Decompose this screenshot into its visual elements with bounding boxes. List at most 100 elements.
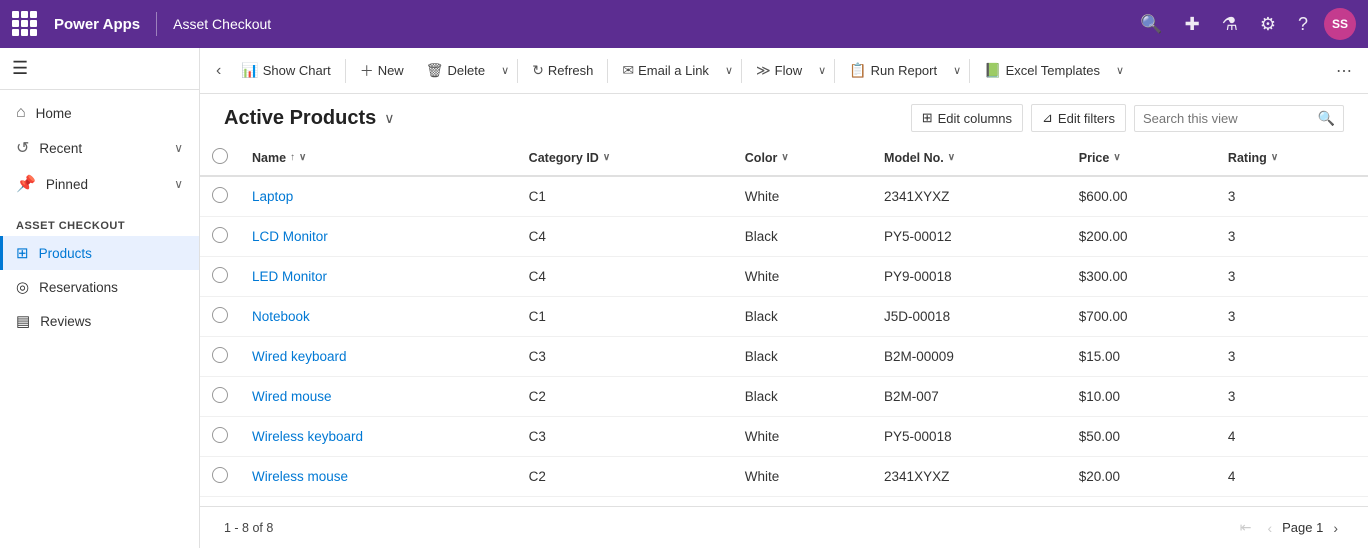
row-checkbox-cell xyxy=(200,337,240,377)
first-page-button[interactable]: ⇤ xyxy=(1234,515,1258,540)
filter-icon[interactable]: ⚗ xyxy=(1216,14,1244,35)
row-checkbox[interactable] xyxy=(212,267,228,283)
refresh-button[interactable]: ↻ Refresh xyxy=(522,56,603,85)
edit-columns-button[interactable]: ⊞ Edit columns xyxy=(911,104,1023,132)
col-rating-label: Rating xyxy=(1228,151,1267,165)
flow-chevron[interactable]: ∨ xyxy=(814,58,830,83)
cell-name: Notebook xyxy=(240,297,517,337)
prev-page-button[interactable]: ‹ xyxy=(1261,516,1278,540)
back-button[interactable]: ‹ xyxy=(208,56,229,86)
run-report-button[interactable]: 📋 Run Report xyxy=(839,56,947,85)
col-rating[interactable]: Rating ∨ xyxy=(1216,140,1368,176)
row-checkbox[interactable] xyxy=(212,227,228,243)
table-row: Wireless keyboard C3 White PY5-00018 $50… xyxy=(200,417,1368,457)
sidebar-item-pinned-label: Pinned xyxy=(46,177,88,192)
sidebar-item-products[interactable]: ⊞ Products xyxy=(0,236,199,270)
cell-category-id: C1 xyxy=(517,297,733,337)
delete-chevron[interactable]: ∨ xyxy=(497,58,513,83)
col-name-label: Name xyxy=(252,151,286,165)
sidebar-item-home[interactable]: ⌂ Home xyxy=(0,96,199,130)
col-name[interactable]: Name ↑ ∨ xyxy=(240,140,517,176)
product-name-link[interactable]: Wired mouse xyxy=(252,389,332,404)
cell-color: Black xyxy=(733,337,872,377)
flow-label: Flow xyxy=(775,63,802,78)
new-button[interactable]: ＋ New xyxy=(350,55,414,87)
cell-category-id: C3 xyxy=(517,337,733,377)
edit-columns-icon: ⊞ xyxy=(922,110,933,126)
product-name-link[interactable]: LCD Monitor xyxy=(252,229,328,244)
view-header: Active Products ∨ ⊞ Edit columns ⊿ Edit … xyxy=(200,94,1368,140)
avatar[interactable]: SS xyxy=(1324,8,1356,40)
table-row: Wireless mouse C2 White 2341XYXZ $20.00 … xyxy=(200,457,1368,497)
flow-icon: ≫ xyxy=(756,62,771,79)
hamburger-menu[interactable]: ☰ xyxy=(8,54,32,82)
col-model-no[interactable]: Model No. ∨ xyxy=(872,140,1067,176)
product-name-link[interactable]: Wireless keyboard xyxy=(252,429,363,444)
settings-icon[interactable]: ⚙ xyxy=(1254,14,1282,35)
cell-price: $600.00 xyxy=(1067,176,1216,217)
view-title-chevron-icon[interactable]: ∨ xyxy=(384,110,394,127)
new-icon: ＋ xyxy=(360,61,374,81)
content-area: ‹ 📊 Show Chart ＋ New 🗑 Delete ∨ ↻ Refres… xyxy=(200,48,1368,548)
show-chart-button[interactable]: 📊 Show Chart xyxy=(231,56,340,85)
sidebar-item-pinned[interactable]: 📌 Pinned ∨ xyxy=(0,166,199,202)
more-options-icon[interactable]: ⋯ xyxy=(1328,61,1360,81)
cell-rating: 3 xyxy=(1216,297,1368,337)
products-icon: ⊞ xyxy=(16,244,29,262)
recent-icon: ↺ xyxy=(16,138,29,158)
refresh-icon: ↻ xyxy=(532,62,544,79)
row-checkbox[interactable] xyxy=(212,347,228,363)
excel-templates-button[interactable]: 📗 Excel Templates xyxy=(974,56,1110,85)
cell-color: White xyxy=(733,176,872,217)
edit-filters-button[interactable]: ⊿ Edit filters xyxy=(1031,104,1126,132)
product-name-link[interactable]: Notebook xyxy=(252,309,310,324)
row-checkbox[interactable] xyxy=(212,387,228,403)
select-all-checkbox[interactable] xyxy=(212,148,228,164)
rating-filter-icon: ∨ xyxy=(1271,152,1278,163)
email-link-button[interactable]: ✉ Email a Link xyxy=(612,56,719,85)
report-chevron[interactable]: ∨ xyxy=(949,58,965,83)
price-filter-icon: ∨ xyxy=(1113,152,1120,163)
col-category-id[interactable]: Category ID ∨ xyxy=(517,140,733,176)
col-price[interactable]: Price ∨ xyxy=(1067,140,1216,176)
sidebar-item-recent-label: Recent xyxy=(39,141,82,156)
product-name-link[interactable]: Wireless mouse xyxy=(252,469,348,484)
delete-button[interactable]: 🗑 Delete xyxy=(416,56,495,85)
row-checkbox[interactable] xyxy=(212,307,228,323)
color-filter-icon: ∨ xyxy=(781,152,788,163)
cell-rating: 4 xyxy=(1216,457,1368,497)
row-checkbox[interactable] xyxy=(212,467,228,483)
col-color[interactable]: Color ∨ xyxy=(733,140,872,176)
help-icon[interactable]: ? xyxy=(1292,14,1314,35)
row-checkbox[interactable] xyxy=(212,427,228,443)
next-page-button[interactable]: › xyxy=(1327,516,1344,540)
select-all-col xyxy=(200,140,240,176)
col-color-label: Color xyxy=(745,151,778,165)
sidebar-item-reservations-label: Reservations xyxy=(39,280,118,295)
table-row: Wired mouse C2 Black B2M-007 $10.00 3 xyxy=(200,377,1368,417)
sidebar-item-reviews[interactable]: ▤ Reviews xyxy=(0,304,199,338)
sidebar-item-recent[interactable]: ↺ Recent ∨ xyxy=(0,130,199,166)
run-report-label: Run Report xyxy=(871,63,937,78)
sidebar-item-reservations[interactable]: ◎ Reservations xyxy=(0,270,199,304)
reservations-icon: ◎ xyxy=(16,278,29,296)
email-chevron[interactable]: ∨ xyxy=(721,58,737,83)
edit-filters-label: Edit filters xyxy=(1058,111,1115,126)
excel-chevron[interactable]: ∨ xyxy=(1112,58,1128,83)
search-icon[interactable]: 🔍 xyxy=(1134,14,1168,35)
cell-price: $15.00 xyxy=(1067,337,1216,377)
row-checkbox[interactable] xyxy=(212,187,228,203)
row-checkbox-cell xyxy=(200,417,240,457)
flow-button[interactable]: ≫ Flow xyxy=(746,56,812,85)
cell-price: $20.00 xyxy=(1067,457,1216,497)
product-name-link[interactable]: Wired keyboard xyxy=(252,349,347,364)
sidebar-item-reviews-label: Reviews xyxy=(40,314,91,329)
cell-price: $200.00 xyxy=(1067,217,1216,257)
search-input[interactable] xyxy=(1143,111,1312,126)
cell-name: LCD Monitor xyxy=(240,217,517,257)
add-icon[interactable]: ✚ xyxy=(1179,14,1206,35)
report-icon: 📋 xyxy=(849,62,866,79)
product-name-link[interactable]: LED Monitor xyxy=(252,269,327,284)
product-name-link[interactable]: Laptop xyxy=(252,189,293,204)
waffle-menu[interactable] xyxy=(12,11,38,37)
